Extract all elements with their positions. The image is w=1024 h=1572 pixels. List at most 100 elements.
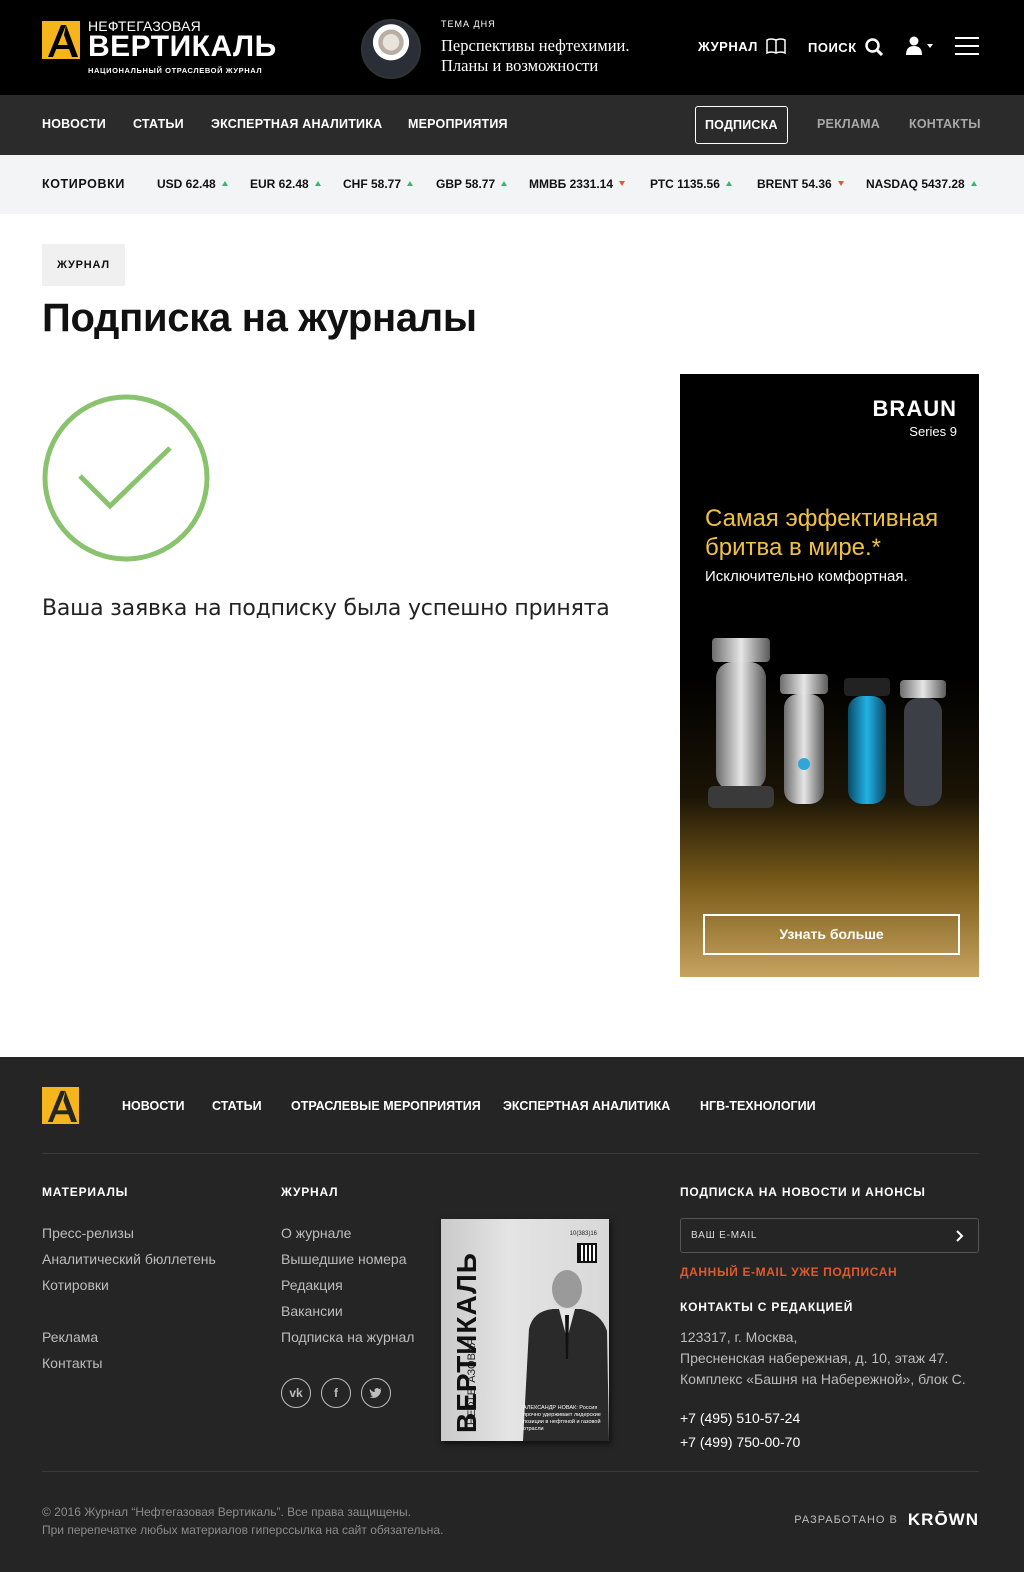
footer-link-quotes[interactable]: Котировки xyxy=(42,1275,216,1301)
twitter-icon[interactable] xyxy=(361,1378,391,1408)
quote-rts[interactable]: РТС 1135.56 xyxy=(650,177,732,191)
logo-main-text: ВЕРТИКАЛЬ xyxy=(88,30,277,63)
quote-chf[interactable]: CHF 58.77 xyxy=(343,177,414,191)
magazine-caption: АЛЕКСАНДР НОВАК: Россия прочно удерживае… xyxy=(523,1405,601,1432)
nav-item-analytics[interactable]: ЭКСПЕРТНАЯ АНАЛИТИКА xyxy=(211,117,382,131)
ad-series: Series 9 xyxy=(909,424,957,439)
quote-usd[interactable]: USD 62.48 xyxy=(157,177,228,191)
materials-heading: МАТЕРИАЛЫ xyxy=(42,1185,129,1199)
phone-2[interactable]: +7 (499) 750-00-70 xyxy=(680,1430,800,1454)
footer-link-editorial[interactable]: Редакция xyxy=(281,1275,414,1301)
ad-banner[interactable]: BRAUN Series 9 Самая эффективная бритва … xyxy=(680,374,979,977)
site-logo[interactable]: НЕФТЕГАЗОВАЯ ВЕРТИКАЛЬ НАЦИОНАЛЬНЫЙ ОТРА… xyxy=(42,18,276,78)
developer-logo: KRŌWN xyxy=(907,1510,979,1529)
search-label: ПОИСК xyxy=(808,39,857,55)
logo-sub-text: НАЦИОНАЛЬНЫЙ ОТРАСЛЕВОЙ ЖУРНАЛ xyxy=(88,66,263,75)
magazine-cover[interactable]: НЕФТЕГАЗОВАЯ ВЕРТИКАЛЬ 10(383)16 АЛЕКСАН… xyxy=(441,1219,609,1441)
user-menu[interactable] xyxy=(905,36,935,56)
editorial-address: 123317, г. Москва, Пресненская набережна… xyxy=(680,1329,966,1387)
success-message: Ваша заявка на подписку была успешно при… xyxy=(42,596,610,621)
vk-icon[interactable]: vk xyxy=(281,1378,311,1408)
newsletter-heading: ПОДПИСКА НА НОВОСТИ И АНОНСЫ xyxy=(680,1185,926,1199)
footer-link-subscribe[interactable]: Подписка на журнал xyxy=(281,1327,414,1353)
ad-learn-more-button[interactable]: Узнать больше xyxy=(703,914,960,955)
arrow-up-icon xyxy=(314,181,321,186)
main-nav: НОВОСТИ СТАТЬИ ЭКСПЕРТНАЯ АНАЛИТИКА МЕРО… xyxy=(0,95,1024,155)
footer-link-ads[interactable]: Реклама xyxy=(42,1327,102,1353)
chevron-right-icon xyxy=(956,1229,964,1242)
email-submit-button[interactable] xyxy=(942,1219,978,1252)
site-footer: НОВОСТИ СТАТЬИ ОТРАСЛЕВЫЕ МЕРОПРИЯТИЯ ЭК… xyxy=(0,1057,1024,1572)
copyright: © 2016 Журнал “Нефтегазовая Вертикаль”. … xyxy=(42,1505,444,1537)
footer-link-contacts[interactable]: Контакты xyxy=(42,1353,102,1379)
magazine-title: ВЕРТИКАЛЬ xyxy=(451,1252,482,1433)
developer-label: РАЗРАБОТАНО В xyxy=(794,1514,898,1526)
book-icon xyxy=(766,38,786,54)
materials-list-2: Реклама Контакты xyxy=(42,1327,102,1379)
ad-brand: BRAUN xyxy=(872,396,957,421)
arrow-up-icon xyxy=(501,181,508,186)
topic-label: ТЕМА ДНЯ xyxy=(441,19,496,29)
quote-eur[interactable]: EUR 62.48 xyxy=(250,177,321,191)
materials-list: Пресс-релизы Аналитический бюллетень Кот… xyxy=(42,1223,216,1301)
journal-label: ЖУРНАЛ xyxy=(698,38,758,54)
hamburger-menu-icon[interactable] xyxy=(955,37,979,57)
footer-link-bulletin[interactable]: Аналитический бюллетень xyxy=(42,1249,216,1275)
journal-heading: ЖУРНАЛ xyxy=(281,1185,339,1199)
footer-nav-ngv[interactable]: НГВ-ТЕХНОЛОГИИ xyxy=(700,1099,816,1113)
search-icon xyxy=(864,38,883,56)
page-title: Подписка на журналы xyxy=(42,296,477,340)
arrow-up-icon xyxy=(407,181,414,186)
ad-subheadline: Исключительно комфортная. xyxy=(705,568,908,585)
journal-link[interactable]: ЖУРНАЛ xyxy=(698,38,786,54)
search-link[interactable]: ПОИСК xyxy=(808,38,883,56)
footer-nav-events[interactable]: ОТРАСЛЕВЫЕ МЕРОПРИЯТИЯ xyxy=(291,1099,481,1113)
quote-micex[interactable]: ММВБ 2331.14 xyxy=(529,177,625,191)
magazine-issue: 10(383)16 xyxy=(569,1231,597,1237)
quote-nasdaq[interactable]: NASDAQ 5437.28 xyxy=(866,177,977,191)
newsletter-form xyxy=(680,1218,979,1253)
arrow-up-icon xyxy=(970,181,977,186)
footer-divider-bottom xyxy=(42,1471,979,1472)
footer-nav-news[interactable]: НОВОСТИ xyxy=(122,1099,185,1113)
arrow-down-icon xyxy=(619,181,625,186)
site-header: НЕФТЕГАЗОВАЯ ВЕРТИКАЛЬ НАЦИОНАЛЬНЫЙ ОТРА… xyxy=(0,0,1024,95)
footer-link-press[interactable]: Пресс-релизы xyxy=(42,1223,216,1249)
footer-link-jobs[interactable]: Вакансии xyxy=(281,1301,414,1327)
editorial-phones: +7 (495) 510-57-24 +7 (499) 750-00-70 xyxy=(680,1406,800,1454)
category-tag[interactable]: ЖУРНАЛ xyxy=(42,244,125,286)
footer-link-about[interactable]: О журнале xyxy=(281,1223,414,1249)
developer-credit[interactable]: РАЗРАБОТАНО В KRŌWN xyxy=(794,1510,979,1530)
footer-divider xyxy=(42,1153,979,1154)
email-status-message: ДАННЫЙ E-MAIL УЖЕ ПОДПИСАН xyxy=(680,1265,898,1279)
quote-gbp[interactable]: GBP 58.77 xyxy=(436,177,508,191)
quote-brent[interactable]: BRENT 54.36 xyxy=(757,177,844,191)
footer-link-issues[interactable]: Вышедшие номера xyxy=(281,1249,414,1275)
arrow-down-icon xyxy=(837,181,844,186)
journal-list: О журнале Вышедшие номера Редакция Вакан… xyxy=(281,1223,414,1353)
quotes-label: КОТИРОВКИ xyxy=(42,177,125,191)
footer-nav-analytics[interactable]: ЭКСПЕРТНАЯ АНАЛИТИКА xyxy=(503,1099,670,1113)
topic-title-link[interactable]: Перспективы нефтехимии. Планы и возможно… xyxy=(441,36,671,76)
nav-item-articles[interactable]: СТАТЬИ xyxy=(133,117,184,131)
success-check-icon xyxy=(42,394,210,562)
ad-headline: Самая эффективная бритва в мире.* xyxy=(705,505,939,561)
email-input[interactable] xyxy=(681,1219,941,1252)
phone-1[interactable]: +7 (495) 510-57-24 xyxy=(680,1406,800,1430)
user-icon xyxy=(906,36,933,55)
footer-logo-icon[interactable] xyxy=(42,1087,79,1124)
logo-mark-icon xyxy=(42,21,80,59)
topic-avatar[interactable] xyxy=(361,19,421,79)
nav-item-ads[interactable]: РЕКЛАМА xyxy=(817,117,880,131)
arrow-up-icon xyxy=(725,181,732,186)
shavers-image xyxy=(708,638,946,808)
nav-item-contacts[interactable]: КОНТАКТЫ xyxy=(909,117,981,131)
quotes-bar: КОТИРОВКИ USD 62.48 EUR 62.48 CHF 58.77 … xyxy=(0,155,1024,214)
arrow-up-icon xyxy=(221,181,228,186)
footer-nav-articles[interactable]: СТАТЬИ xyxy=(212,1099,262,1113)
nav-item-events[interactable]: МЕРОПРИЯТИЯ xyxy=(408,117,508,131)
contacts-heading: КОНТАКТЫ С РЕДАКЦИЕЙ xyxy=(680,1300,854,1314)
nav-item-news[interactable]: НОВОСТИ xyxy=(42,117,106,131)
subscribe-button[interactable]: ПОДПИСКА xyxy=(695,106,788,144)
facebook-icon[interactable]: f xyxy=(321,1378,351,1408)
